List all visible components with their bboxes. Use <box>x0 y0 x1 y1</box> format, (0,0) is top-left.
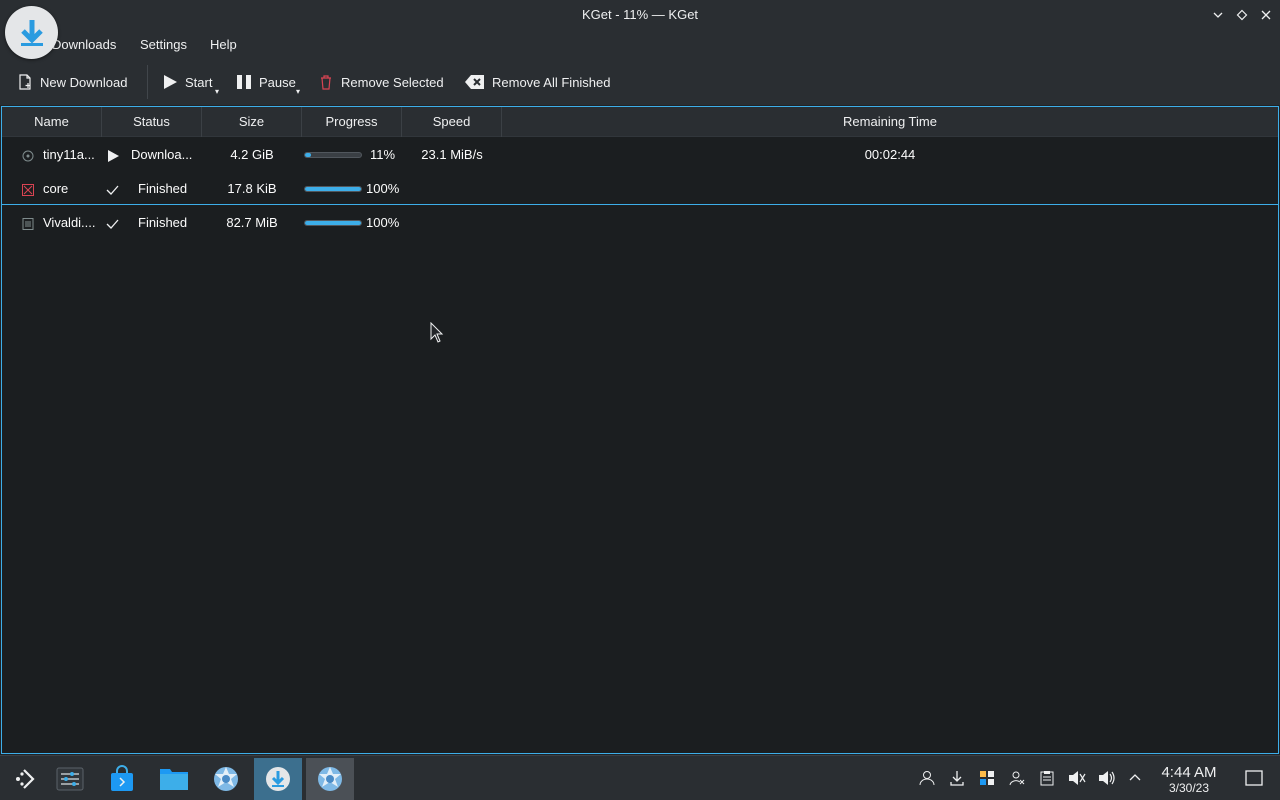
row-name: tiny11a... <box>43 147 95 162</box>
pause-label: Pause <box>259 74 296 90</box>
play-icon <box>108 138 122 172</box>
kget-logo-icon <box>5 6 58 59</box>
vivaldi-browser-icon[interactable] <box>306 758 354 800</box>
column-speed[interactable]: Speed <box>402 107 502 137</box>
show-desktop-icon[interactable] <box>1244 768 1264 788</box>
window-title: KGet - 11% — KGet <box>581 7 699 22</box>
maximize-icon[interactable] <box>1232 5 1252 25</box>
document-icon <box>22 206 38 240</box>
clock-date[interactable]: 3/30/23 <box>1150 781 1228 795</box>
remove-all-finished-button[interactable]: Remove All Finished <box>465 70 611 94</box>
transfer-table[interactable]: Name Status Size Progress Speed Remainin… <box>1 106 1279 754</box>
pause-dropdown-icon[interactable]: ▾ <box>296 87 300 96</box>
progress-bar <box>304 152 362 158</box>
progress-fill <box>305 221 361 225</box>
progress-fill <box>305 153 312 157</box>
start-button[interactable]: Start <box>162 70 212 94</box>
download-tray-icon[interactable] <box>947 768 967 788</box>
column-progress[interactable]: Progress <box>302 107 402 137</box>
chevron-up-icon[interactable] <box>1125 768 1145 788</box>
new-download-label: New Download <box>40 74 128 90</box>
table-row[interactable]: tiny11a... Downloa... 4.2 GiB 11% 23.1 M… <box>2 138 1278 172</box>
disc-image-icon <box>22 138 38 172</box>
toolbar: New Download Start ▾ Pause ▾ Remove Sele… <box>0 59 1280 105</box>
row-progress-text: 11% <box>370 147 396 162</box>
toolbar-separator <box>147 65 148 99</box>
menu-downloads[interactable]: Downloads <box>52 37 116 52</box>
row-size: 4.2 GiB <box>230 147 274 162</box>
row-size: 17.8 KiB <box>227 181 277 196</box>
taskbar: 4:44 AM 3/30/23 <box>0 755 1280 800</box>
user-icon[interactable] <box>917 768 937 788</box>
table-row[interactable]: Vivaldi.... Finished 82.7 MiB 100% <box>2 206 1278 240</box>
pause-button[interactable]: Pause <box>236 70 296 94</box>
clock-time[interactable]: 4:44 AM <box>1150 764 1228 781</box>
row-speed: 23.1 MiB/s <box>421 147 483 162</box>
row-name: core <box>43 181 69 196</box>
close-icon[interactable] <box>1256 5 1276 25</box>
grid-tray-icon[interactable] <box>977 768 997 788</box>
row-progress-text: 100% <box>366 181 400 196</box>
column-size[interactable]: Size <box>202 107 302 137</box>
system-settings-icon[interactable] <box>46 758 94 800</box>
kget-icon[interactable] <box>254 758 302 800</box>
table-row[interactable]: core Finished 17.8 KiB 100% <box>2 172 1278 206</box>
table-header: Name Status Size Progress Speed Remainin… <box>2 107 1278 137</box>
minimize-icon[interactable] <box>1208 5 1228 25</box>
row-size: 82.7 MiB <box>226 215 278 230</box>
remove-all-finished-label: Remove All Finished <box>492 74 611 90</box>
row-status: Finished <box>138 215 188 230</box>
play-icon <box>164 75 177 89</box>
menu-bar: Downloads Settings Help <box>0 30 1280 59</box>
progress-bar <box>304 186 362 192</box>
remove-selected-label: Remove Selected <box>341 74 444 90</box>
column-remaining-time[interactable]: Remaining Time <box>502 107 1278 137</box>
selection-border <box>2 204 1278 205</box>
row-status: Finished <box>138 181 188 196</box>
clear-icon <box>465 75 484 89</box>
column-status[interactable]: Status <box>102 107 202 137</box>
pause-icon <box>237 75 251 89</box>
volume-muted-icon[interactable] <box>1067 768 1087 788</box>
row-status: Downloa... <box>131 147 193 162</box>
check-icon <box>106 206 120 240</box>
new-document-icon <box>19 74 31 90</box>
trash-icon <box>321 75 331 90</box>
menu-settings[interactable]: Settings <box>140 37 187 52</box>
broken-file-icon <box>22 172 38 206</box>
start-label: Start <box>185 74 213 90</box>
volume-icon[interactable] <box>1097 768 1117 788</box>
progress-fill <box>305 187 361 191</box>
start-dropdown-icon[interactable]: ▾ <box>215 87 219 96</box>
vivaldi-browser-icon[interactable] <box>202 758 250 800</box>
menu-help[interactable]: Help <box>210 37 237 52</box>
row-remaining-time: 00:02:44 <box>864 147 916 162</box>
application-launcher-icon[interactable] <box>0 758 48 800</box>
title-bar[interactable]: KGet - 11% — KGet <box>0 0 1280 30</box>
row-progress-text: 100% <box>366 215 400 230</box>
discover-store-icon[interactable] <box>98 758 146 800</box>
column-name[interactable]: Name <box>2 107 102 137</box>
remove-selected-button[interactable]: Remove Selected <box>318 70 444 94</box>
user-switch-icon[interactable] <box>1007 768 1027 788</box>
new-download-button[interactable]: New Download <box>17 70 127 94</box>
mouse-cursor-icon <box>430 321 444 347</box>
clipboard-icon[interactable] <box>1037 768 1057 788</box>
progress-bar <box>304 220 362 226</box>
check-icon <box>106 172 120 206</box>
file-manager-icon[interactable] <box>150 758 198 800</box>
row-name: Vivaldi.... <box>43 215 96 230</box>
